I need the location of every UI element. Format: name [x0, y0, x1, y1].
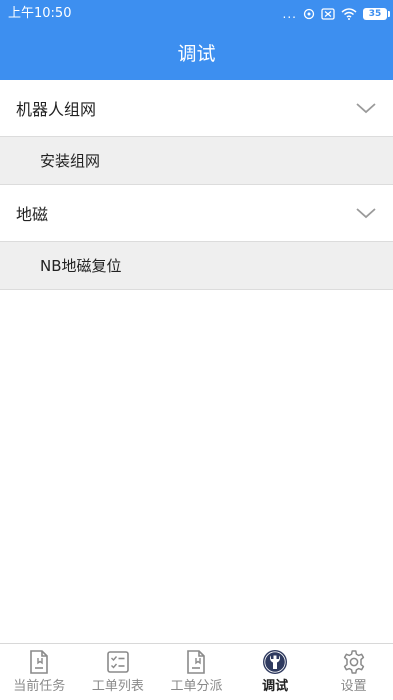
battery-icon: 35 — [363, 8, 390, 20]
dispatch-doc-icon — [187, 650, 206, 674]
menu-item-label: 安装组网 — [40, 152, 101, 170]
page-title: 调试 — [177, 43, 216, 65]
more-dots-icon: ... — [282, 7, 297, 21]
status-time: 上午10:50 — [8, 6, 72, 21]
status-bar: 上午10:50 ... 35 — [0, 0, 393, 28]
bottom-tab-bar: 当前任务 工单列表 工单分派 调试 设置 — [0, 643, 393, 700]
menu-item-install-network[interactable]: 安装组网 — [0, 137, 393, 185]
gear-icon — [343, 650, 364, 674]
tab-label: 工单分派 — [170, 679, 223, 694]
chevron-down-icon — [356, 208, 376, 219]
group-geomagnetic[interactable]: 地磁 — [0, 185, 393, 242]
menu-item-label: NB地磁复位 — [40, 257, 122, 275]
tab-label: 调试 — [262, 679, 289, 694]
wifi-icon — [341, 8, 357, 20]
tab-label: 工单列表 — [91, 679, 144, 694]
tab-debug[interactable]: 调试 — [236, 644, 315, 700]
title-bar: 调试 — [0, 28, 393, 80]
group-label: 地磁 — [16, 205, 49, 224]
menu-item-nb-geomagnetic-reset[interactable]: NB地磁复位 — [0, 242, 393, 290]
tab-work-order-dispatch[interactable]: 工单分派 — [157, 644, 236, 700]
tab-settings[interactable]: 设置 — [314, 644, 393, 700]
tab-label: 设置 — [340, 679, 367, 694]
group-robot-network[interactable]: 机器人组网 — [0, 80, 393, 137]
tab-label: 当前任务 — [13, 679, 66, 694]
task-doc-icon — [30, 650, 49, 674]
debug-menu-list: 机器人组网 安装组网 地磁 NB地磁复位 — [0, 80, 393, 290]
data-saver-icon — [303, 8, 315, 20]
tab-current-task[interactable]: 当前任务 — [0, 644, 79, 700]
tab-work-order-list[interactable]: 工单列表 — [79, 644, 158, 700]
status-icons: ... 35 — [282, 6, 390, 22]
checklist-icon — [107, 651, 129, 673]
group-label: 机器人组网 — [16, 100, 97, 119]
wrench-icon — [263, 650, 288, 674]
chevron-down-icon — [356, 103, 376, 114]
no-sim-icon — [321, 8, 335, 20]
